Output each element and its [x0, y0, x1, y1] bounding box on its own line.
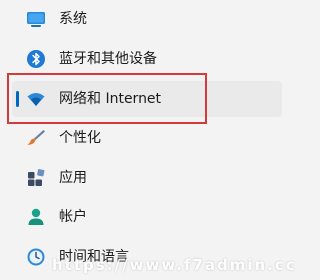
paintbrush-icon [26, 128, 46, 148]
settings-nav-list: 系统 蓝牙和其他设备 网络和 Internet 个性化 应用 帐户 时间和语言 [0, 0, 319, 280]
nav-item-label: 帐户 [59, 209, 87, 225]
nav-item-apps[interactable]: 应用 [12, 160, 282, 196]
nav-item-system[interactable]: 系统 [12, 1, 282, 37]
nav-item-label: 系统 [59, 11, 87, 27]
bluetooth-icon [26, 49, 46, 69]
nav-item-label: 蓝牙和其他设备 [59, 51, 157, 67]
highlight-annotation-box [7, 73, 207, 124]
display-icon [26, 9, 46, 29]
person-icon [26, 207, 46, 227]
apps-icon [26, 168, 46, 188]
nav-item-bluetooth-devices[interactable]: 蓝牙和其他设备 [12, 41, 282, 77]
watermark: https://www.f7admin.cc [52, 256, 297, 274]
nav-item-personalization[interactable]: 个性化 [12, 120, 282, 156]
nav-item-label: 应用 [59, 170, 87, 186]
nav-item-accounts[interactable]: 帐户 [12, 199, 282, 235]
clock-globe-icon [26, 247, 46, 267]
nav-item-label: 个性化 [59, 130, 101, 146]
